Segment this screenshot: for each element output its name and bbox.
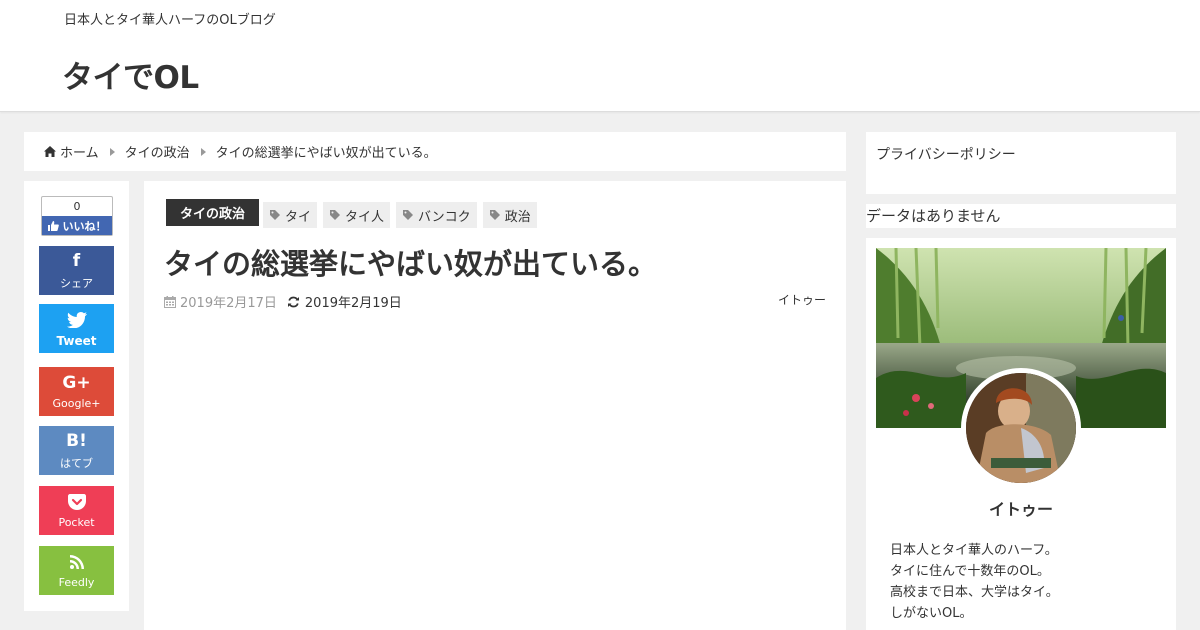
tag-item[interactable]: 政治 [482,202,537,228]
hatena-icon: B! [66,430,87,451]
profile-description-line: しがないOL。 [890,606,973,621]
profile-avatar [961,368,1081,488]
refresh-icon [287,296,299,307]
facebook-share-button[interactable]: f シェア [39,246,114,295]
profile-widget: イトゥー 日本人とタイ華人のハーフ。 タイに住んで十数年のOL。 高校まで日本、… [866,238,1176,630]
share-buttons-column: 0 いいね！ f シェア Tweet G+ Google+ B! はてブ Poc… [24,181,129,611]
like-label: いいね！ [62,219,107,233]
tag-label: 政治 [504,209,531,225]
googleplus-icon: G+ [62,373,91,393]
profile-description-line: タイに住んで十数年のOL。 [890,564,1050,579]
pocket-save-label: Pocket [58,516,95,529]
updated-date-text: 2019年2月19日 [304,296,402,311]
tag-item[interactable]: タイ人 [323,202,391,228]
article-dates: 2019年2月17日 2019年2月19日 [164,292,402,311]
updated-date: 2019年2月19日 [287,292,402,311]
profile-description-line: 高校まで日本、大学はタイ。 [890,585,1059,600]
googleplus-share-label: Google+ [52,397,101,410]
site-tagline: 日本人とタイ華人ハーフのOLブログ [64,13,276,28]
article-title: タイの総選挙にやばい奴が出ている。 [164,247,658,281]
tag-list: タイ タイ人 バンコク 政治 [263,202,537,228]
breadcrumb-home[interactable]: ホーム [44,142,99,161]
breadcrumb-separator-icon [109,147,115,156]
tag-label: タイ [285,209,312,225]
thumbs-up-icon [47,220,59,231]
feedly-follow-button[interactable]: Feedly [39,546,114,595]
hatena-bookmark-button[interactable]: B! はてブ [39,426,114,475]
no-data-widget: データはありません [866,204,1176,228]
pocket-save-button[interactable]: Pocket [39,486,114,535]
tag-icon [403,210,414,220]
posted-date: 2019年2月17日 [164,292,277,311]
tag-item[interactable]: バンコク [396,202,477,228]
posted-date-text: 2019年2月17日 [180,296,277,311]
tag-item[interactable]: タイ [263,202,318,228]
site-title[interactable]: タイでOL [62,52,199,97]
twitter-icon [66,310,87,330]
tag-icon [489,210,500,220]
tag-label: タイ人 [345,209,385,225]
rss-icon [69,552,84,572]
breadcrumb-category[interactable]: タイの政治 [125,142,190,161]
twitter-share-button[interactable]: Tweet [39,304,114,353]
tag-icon [330,210,341,220]
calendar-icon [164,295,176,308]
privacy-policy-widget: プライバシーポリシー [866,132,1176,194]
category-badge[interactable]: タイの政治 [166,199,260,226]
breadcrumb-separator-icon [200,147,206,156]
like-button[interactable]: いいね！ [42,216,112,235]
breadcrumb-home-label: ホーム [60,146,99,161]
privacy-policy-link[interactable]: プライバシーポリシー [876,147,1016,163]
breadcrumb: ホーム タイの政治 タイの総選挙にやばい奴が出ている。 [24,132,846,171]
tag-label: バンコク [418,209,471,225]
article-card: タイの政治 タイ タイ人 バンコク 政治 タイの総選挙にやばい奴が出ている。 2… [144,181,846,630]
tag-icon [270,210,280,220]
facebook-icon: f [72,250,81,271]
home-icon [44,146,56,157]
facebook-like-widget[interactable]: 0 いいね！ [41,196,113,236]
author-name[interactable]: イトゥー [778,291,826,308]
googleplus-share-button[interactable]: G+ Google+ [39,367,114,416]
profile-description: 日本人とタイ華人のハーフ。 タイに住んで十数年のOL。 高校まで日本、大学はタイ… [890,540,1059,624]
breadcrumb-current: タイの総選挙にやばい奴が出ている。 [215,146,437,161]
like-count: 0 [73,200,81,213]
facebook-share-label: シェア [60,276,93,290]
hatena-bookmark-label: はてブ [60,456,93,470]
site-header: 日本人とタイ華人ハーフのOLブログ タイでOL [0,0,1200,112]
profile-name: イトゥー [988,500,1053,519]
twitter-share-label: Tweet [56,333,97,348]
feedly-follow-label: Feedly [58,576,95,589]
pocket-icon [67,492,86,512]
profile-description-line: 日本人とタイ華人のハーフ。 [890,543,1058,558]
